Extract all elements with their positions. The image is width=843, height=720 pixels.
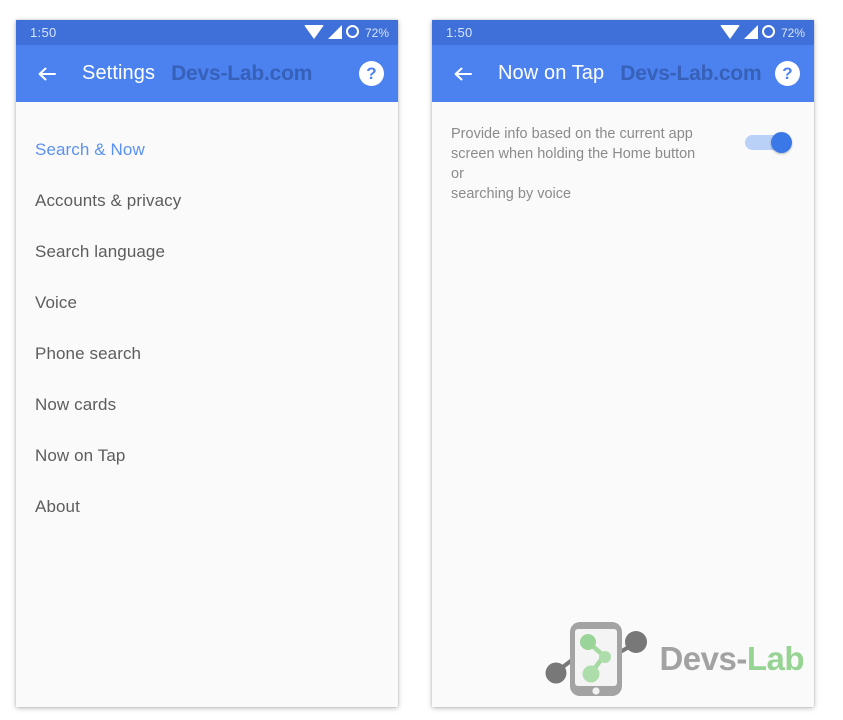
settings-item-label: Now cards (35, 394, 117, 414)
help-question-mark-icon[interactable]: ? (775, 61, 800, 86)
page-title: Settings (82, 62, 156, 84)
site-watermark: Devs-Lab.com (620, 61, 762, 85)
settings-item-label: Now on Tap (35, 445, 126, 465)
settings-item-search-and-now[interactable]: Search & Now (16, 124, 398, 175)
now-on-tap-description: Provide info based on the current app sc… (451, 126, 696, 202)
help-question-mark-icon[interactable]: ? (359, 61, 384, 86)
devs-lab-logo-text: Devs-Lab (659, 642, 804, 675)
logo-text-lab: Lab (746, 639, 805, 677)
battery-charging-ring-icon (761, 25, 775, 38)
devs-lab-logo-watermark: Devs-Lab (545, 617, 805, 699)
wifi-icon (303, 24, 324, 39)
phone-screen-now-on-tap: 1:50 72% Now on Tap Devs-Lab.com ? Provi… (432, 20, 814, 707)
settings-item-now-on-tap[interactable]: Now on Tap (16, 430, 398, 481)
app-bar-left: Settings Devs-Lab.com ? (16, 45, 398, 102)
wifi-icon (719, 24, 740, 39)
site-watermark: Devs-Lab.com (171, 61, 313, 85)
logo-text-devs: Devs- (659, 639, 747, 677)
status-bar-clock: 1:50 (446, 25, 473, 40)
screenshot-canvas: 1:50 72% Settings Devs-Lab.com ? Search … (0, 0, 843, 720)
status-bar-icons: 72% (719, 24, 805, 40)
status-bar-left: 1:50 72% (16, 20, 398, 45)
settings-item-phone-search[interactable]: Phone search (16, 328, 398, 379)
status-bar-clock: 1:50 (30, 25, 57, 40)
settings-item-accounts-and-privacy[interactable]: Accounts & privacy (16, 175, 398, 226)
now-on-tap-setting-row[interactable]: Provide info based on the current app sc… (432, 102, 814, 204)
back-arrow-icon[interactable] (34, 61, 60, 87)
back-arrow-icon[interactable] (450, 61, 476, 87)
battery-charging-ring-icon (345, 25, 359, 38)
settings-item-label: Search & Now (35, 139, 145, 159)
settings-item-label: Phone search (35, 343, 142, 363)
phone-screen-settings: 1:50 72% Settings Devs-Lab.com ? Search … (16, 20, 398, 707)
status-bar-icons: 72% (303, 24, 389, 40)
settings-item-label: Search language (35, 241, 166, 261)
settings-item-now-cards[interactable]: Now cards (16, 379, 398, 430)
toggle-thumb (771, 132, 792, 153)
app-bar-right: Now on Tap Devs-Lab.com ? (432, 45, 814, 102)
settings-item-about[interactable]: About (16, 481, 398, 532)
battery-percent-label: 72% (780, 25, 805, 40)
settings-item-label: Voice (35, 292, 78, 312)
page-title: Now on Tap (498, 62, 605, 84)
settings-item-voice[interactable]: Voice (16, 277, 398, 328)
cell-signal-icon (327, 24, 342, 39)
settings-item-label: Accounts & privacy (35, 190, 182, 210)
devs-lab-smartphone-network-logo (545, 622, 648, 696)
settings-item-search-language[interactable]: Search language (16, 226, 398, 277)
now-on-tap-toggle[interactable] (745, 132, 792, 153)
battery-percent-label: 72% (364, 25, 389, 40)
settings-list: Search & Now Accounts & privacy Search l… (16, 102, 398, 532)
status-bar-right: 1:50 72% (432, 20, 814, 45)
cell-signal-icon (743, 24, 758, 39)
settings-item-label: About (35, 496, 80, 516)
